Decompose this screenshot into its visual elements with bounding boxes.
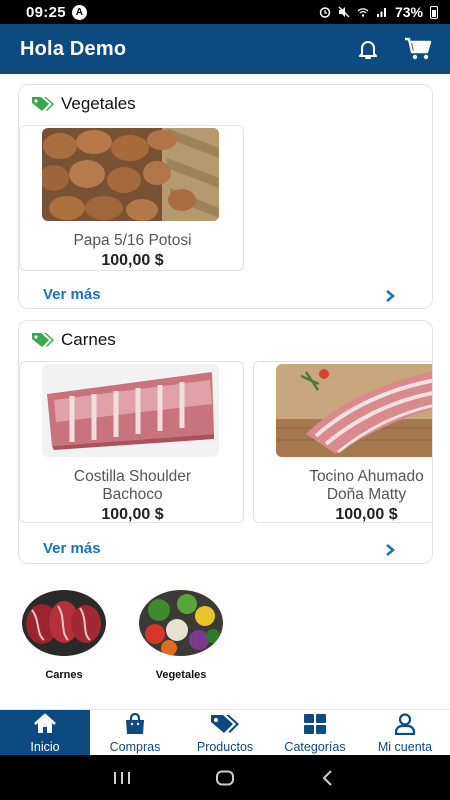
product-price: 100,00 $: [101, 252, 164, 269]
nav-label: Mi cuenta: [377, 740, 433, 754]
notifications-button[interactable]: [354, 35, 382, 63]
category-label: Vegetales: [155, 669, 207, 681]
product-name-line1: Costilla Shoulder: [73, 468, 192, 485]
grid-icon: [304, 714, 326, 734]
bell-icon: [359, 41, 377, 59]
section-header: Carnes: [19, 321, 432, 359]
product-price: 100,00 $: [335, 506, 398, 523]
battery-icon: [430, 5, 438, 19]
product-image-bacon: [276, 364, 432, 457]
page-title: Hola Demo: [20, 37, 127, 60]
nav-label: Inicio: [30, 740, 60, 754]
product-image-ribs: [42, 364, 219, 457]
category-vegetales[interactable]: Vegetales: [139, 590, 223, 690]
cart-icon: [405, 37, 432, 60]
product-list[interactable]: Papa 5/16 Potosi 100,00 $: [19, 125, 432, 273]
home-circle-icon: [215, 770, 234, 785]
category-image-vegetables: [139, 590, 223, 656]
bottom-navigation: Inicio Compras Productos Categorías Mi c…: [0, 709, 450, 755]
product-name-line2: Bachoco: [102, 486, 163, 503]
home-icon: [34, 713, 56, 733]
alarm-icon: [319, 7, 331, 18]
recent-apps-button[interactable]: [111, 768, 133, 788]
nav-categorias[interactable]: Categorías: [270, 710, 360, 755]
back-icon: [322, 769, 333, 786]
tags-icon: [32, 97, 54, 111]
app-header: Hola Demo: [0, 24, 450, 74]
category-image-meat: [22, 590, 106, 656]
product-card[interactable]: Tocino Ahumado Doña Matty 100,00 $: [253, 361, 432, 523]
product-card[interactable]: Papa 5/16 Potosi 100,00 $: [19, 125, 244, 271]
nav-inicio[interactable]: Inicio: [0, 710, 90, 755]
section-vegetales: Vegetales Papa 5/16 Potosi 100,00 $ Ver …: [18, 84, 433, 309]
category-label: Carnes: [45, 669, 83, 681]
ver-mas-link[interactable]: Ver más: [43, 286, 101, 303]
status-icons: 73%: [319, 4, 438, 20]
app-screen: 09:25 A 73% Hola Demo Vegetales Papa 5/1…: [0, 0, 450, 800]
product-name-line2: Doña Matty: [326, 486, 407, 503]
ver-mas-link[interactable]: Ver más: [43, 540, 101, 557]
status-time: 09:25: [26, 3, 66, 21]
section-title: Vegetales: [61, 94, 136, 113]
product-list[interactable]: Costilla Shoulder Bachoco 100,00 $ Tocin…: [19, 361, 432, 525]
product-name-line1: Tocino Ahumado: [309, 468, 424, 485]
recent-apps-icon: [113, 771, 130, 784]
section-header: Vegetales: [19, 85, 432, 123]
section-title: Carnes: [61, 330, 116, 349]
nav-productos[interactable]: Productos: [180, 710, 270, 755]
user-icon: [394, 713, 416, 735]
nav-label: Categorías: [284, 740, 346, 754]
cart-button[interactable]: [404, 35, 432, 63]
product-price: 100,00 $: [101, 506, 164, 523]
system-navigation-bar: [0, 755, 450, 800]
battery-level: 73%: [394, 4, 423, 20]
bag-icon: [126, 713, 144, 734]
nav-mi-cuenta[interactable]: Mi cuenta: [360, 710, 450, 755]
app-notification-icon: A: [71, 4, 87, 20]
tags-icon: [211, 715, 239, 733]
home-system-button[interactable]: [214, 768, 236, 788]
nav-compras[interactable]: Compras: [90, 710, 180, 755]
chevron-right-icon[interactable]: [384, 543, 396, 557]
mute-icon: [338, 6, 350, 18]
section-carnes: Carnes Costilla Shoulder Bachoco 100,00 …: [18, 320, 433, 564]
product-name: Papa 5/16 Potosi: [73, 232, 192, 249]
header-actions: [354, 35, 432, 63]
nav-label: Productos: [196, 740, 254, 754]
back-button[interactable]: [317, 768, 339, 788]
product-card[interactable]: Costilla Shoulder Bachoco 100,00 $: [19, 361, 244, 523]
signal-icon: [376, 8, 386, 17]
product-image-potatoes: [42, 128, 219, 221]
chevron-right-icon[interactable]: [384, 289, 396, 303]
category-carnes[interactable]: Carnes: [22, 590, 106, 690]
status-bar: 09:25 A 73%: [0, 0, 450, 24]
tags-icon: [32, 333, 54, 347]
nav-label: Compras: [109, 740, 161, 754]
wifi-icon: [357, 8, 369, 17]
